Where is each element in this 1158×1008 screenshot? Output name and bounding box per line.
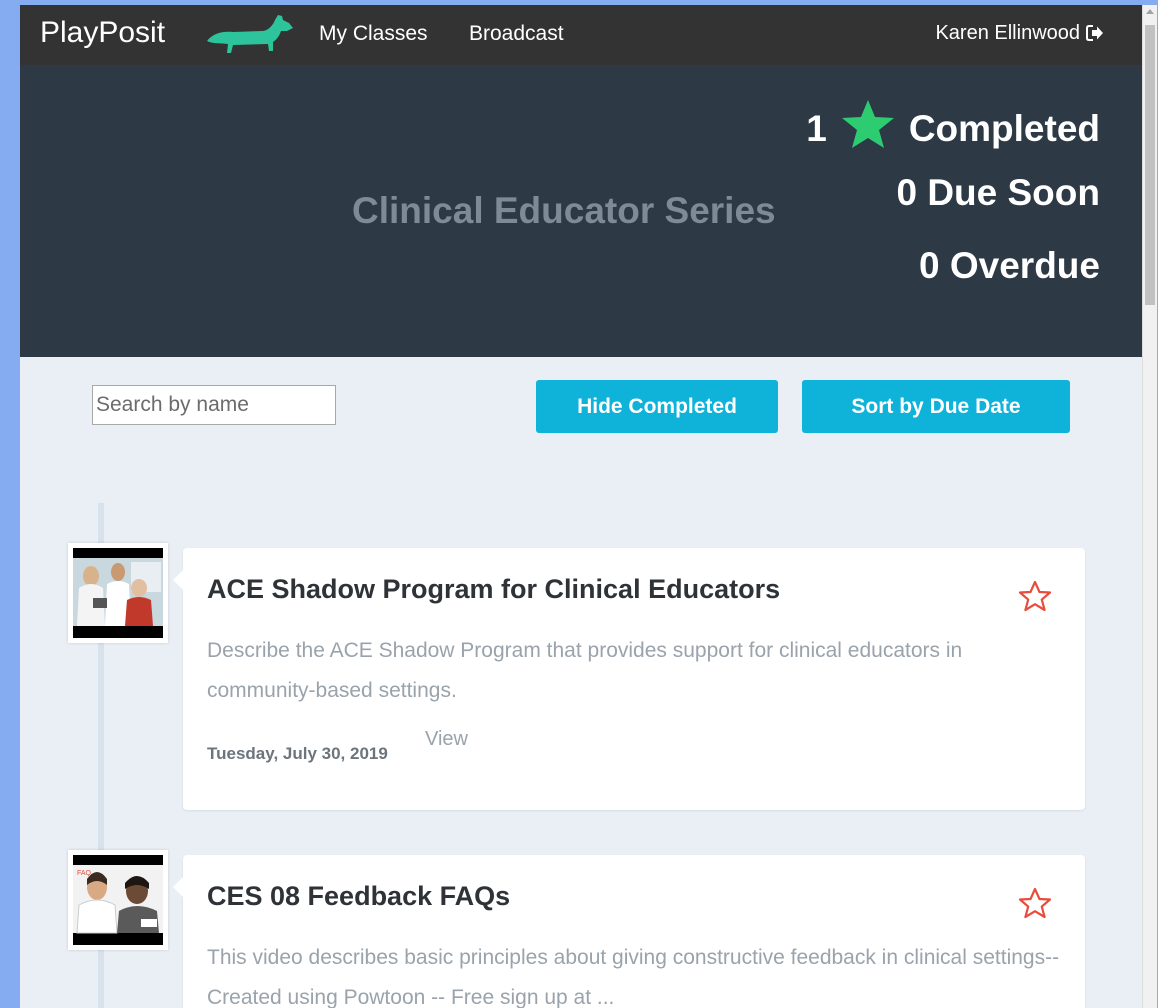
app-viewport: PlayPosit My Classes Broadcast Karen Ell… bbox=[20, 5, 1142, 1008]
bulb-card[interactable]: CES 08 Feedback FAQs This video describe… bbox=[173, 855, 1085, 1008]
overdue-stat: 0 Overdue bbox=[919, 245, 1100, 286]
user-menu[interactable]: Karen Ellinwood bbox=[935, 22, 1104, 47]
brand-name[interactable]: PlayPosit bbox=[40, 16, 165, 50]
bulb-thumbnail[interactable] bbox=[68, 543, 168, 643]
star-filled-icon bbox=[841, 99, 895, 158]
bulb-due-date: Tuesday, July 30, 2019 bbox=[207, 744, 388, 763]
bulb-thumbnail[interactable]: FAQ bbox=[68, 850, 168, 950]
hide-completed-button[interactable]: Hide Completed bbox=[536, 380, 778, 433]
class-title: Clinical Educator Series bbox=[352, 190, 776, 231]
star-outline-icon[interactable] bbox=[1018, 580, 1052, 617]
search-input[interactable] bbox=[92, 385, 336, 425]
svg-text:FAQ: FAQ bbox=[77, 870, 92, 877]
sort-by-due-date-button[interactable]: Sort by Due Date bbox=[802, 380, 1070, 433]
nav-my-classes[interactable]: My Classes bbox=[319, 22, 428, 46]
bulb-title[interactable]: CES 08 Feedback FAQs bbox=[207, 881, 510, 912]
scrollbar-thumb[interactable] bbox=[1145, 25, 1155, 305]
vertical-scrollbar[interactable] bbox=[1142, 5, 1157, 1008]
completed-label: Completed bbox=[908, 107, 1100, 149]
dachshund-logo-icon[interactable] bbox=[203, 11, 295, 64]
user-name[interactable]: Karen Ellinwood bbox=[935, 22, 1080, 44]
completed-count: 1 bbox=[806, 107, 827, 149]
bulb-description: Describe the ACE Shadow Program that pro… bbox=[207, 639, 963, 702]
star-outline-icon[interactable] bbox=[1018, 887, 1052, 924]
bulb-description: This video describes basic principles ab… bbox=[207, 946, 1060, 1008]
top-navbar: PlayPosit My Classes Broadcast Karen Ell… bbox=[20, 5, 1142, 65]
bulb-card[interactable]: ACE Shadow Program for Clinical Educator… bbox=[173, 548, 1085, 810]
nav-broadcast[interactable]: Broadcast bbox=[469, 22, 564, 46]
bulb-title[interactable]: ACE Shadow Program for Clinical Educator… bbox=[207, 574, 780, 605]
completed-stat: 1 Completed bbox=[806, 99, 1100, 158]
sign-out-icon[interactable] bbox=[1086, 24, 1104, 47]
class-header: Clinical Educator Series 1 Completed 0 Du… bbox=[20, 65, 1142, 357]
view-link[interactable]: View bbox=[425, 728, 468, 751]
scroll-up-icon[interactable] bbox=[1146, 9, 1154, 14]
due-soon-stat: 0 Due Soon bbox=[896, 172, 1100, 213]
